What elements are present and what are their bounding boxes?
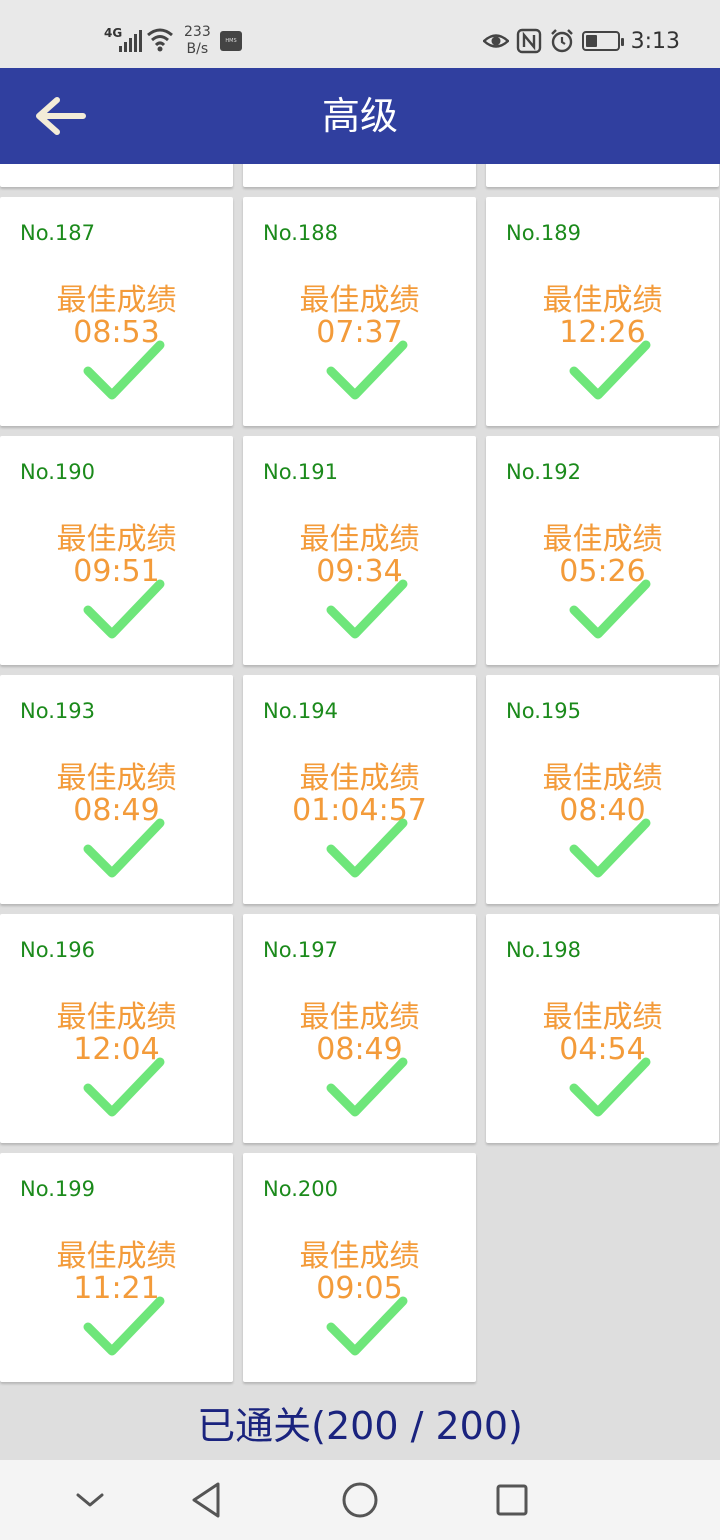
check-icon <box>326 818 408 878</box>
battery-icon <box>581 31 624 51</box>
arrow-left-icon <box>36 97 86 135</box>
level-number: No.197 <box>263 938 338 962</box>
best-score-label: 最佳成绩 <box>542 1000 663 1035</box>
best-score-label: 最佳成绩 <box>299 1239 420 1274</box>
level-grid: No.187 最佳成绩 08:53 No.188 最佳成绩 07:37 No.189 最佳成绩… <box>0 164 720 1396</box>
battery-level <box>585 35 598 47</box>
level-card[interactable]: No.200 最佳成绩 09:05 <box>243 1153 476 1382</box>
alarm-icon <box>550 29 573 53</box>
level-number: No.195 <box>506 699 581 723</box>
speed-unit: B/s <box>186 41 209 57</box>
check-icon <box>326 1057 408 1117</box>
level-number: No.191 <box>263 460 338 484</box>
level-number: No.198 <box>506 938 581 962</box>
check-icon <box>569 1057 651 1117</box>
level-card[interactable]: No.190 最佳成绩 09:51 <box>0 436 233 665</box>
level-number: No.189 <box>506 221 581 245</box>
check-icon <box>326 340 408 400</box>
best-score-label: 最佳成绩 <box>542 761 663 796</box>
status-right-group: 3:13 <box>482 26 680 56</box>
level-card[interactable]: No.196 最佳成绩 12:04 <box>0 914 233 1143</box>
best-score-label: 最佳成绩 <box>542 522 663 557</box>
wifi-icon <box>147 28 173 52</box>
level-card[interactable]: No.191 最佳成绩 09:34 <box>243 436 476 665</box>
level-number: No.188 <box>263 221 338 245</box>
back-button[interactable] <box>30 90 90 142</box>
back-triangle-icon <box>192 1482 220 1518</box>
completion-progress: 已通关(200 / 200) <box>0 1396 720 1460</box>
check-icon <box>569 818 651 878</box>
home-circle-icon <box>342 1482 378 1518</box>
check-icon <box>83 340 165 400</box>
nav-hide-keyboard-button[interactable] <box>70 1480 110 1520</box>
check-icon <box>326 579 408 639</box>
page-title: 高级 <box>321 94 398 138</box>
best-score-label: 最佳成绩 <box>56 1239 177 1274</box>
level-number: No.200 <box>263 1177 338 1201</box>
level-card[interactable]: No.192 最佳成绩 05:26 <box>486 436 719 665</box>
level-number: No.192 <box>506 460 581 484</box>
level-card[interactable]: No.189 最佳成绩 12:26 <box>486 197 719 426</box>
level-number: No.187 <box>20 221 95 245</box>
chevron-down-icon <box>76 1493 104 1507</box>
check-icon <box>569 579 651 639</box>
level-card-partial[interactable] <box>243 164 476 187</box>
check-icon <box>569 340 651 400</box>
level-card[interactable]: No.193 最佳成绩 08:49 <box>0 675 233 904</box>
level-card[interactable]: No.188 最佳成绩 07:37 <box>243 197 476 426</box>
level-cards: No.187 最佳成绩 08:53 No.188 最佳成绩 07:37 No.189 最佳成绩… <box>0 164 720 1382</box>
clock: 3:13 <box>630 28 680 54</box>
best-score-label: 最佳成绩 <box>56 1000 177 1035</box>
nav-home-button[interactable] <box>340 1480 380 1520</box>
app-bar: 高级 <box>0 68 720 164</box>
check-icon <box>83 579 165 639</box>
best-score-label: 最佳成绩 <box>56 522 177 557</box>
speed-value: 233 <box>184 24 211 40</box>
best-score-label: 最佳成绩 <box>299 761 420 796</box>
network-speed: 233 B/s <box>184 24 211 58</box>
level-card[interactable]: No.199 最佳成绩 11:21 <box>0 1153 233 1382</box>
best-score-label: 最佳成绩 <box>542 283 663 318</box>
best-score-label: 最佳成绩 <box>56 283 177 318</box>
level-number: No.196 <box>20 938 95 962</box>
best-score-label: 最佳成绩 <box>56 761 177 796</box>
hms-icon: HMS <box>220 31 242 51</box>
level-number: No.199 <box>20 1177 95 1201</box>
status-bar: 4G 233 B/s HMS 3:13 <box>0 0 720 68</box>
signal-icon <box>119 30 142 52</box>
check-icon <box>83 1296 165 1356</box>
check-icon <box>83 818 165 878</box>
level-card[interactable]: No.198 最佳成绩 04:54 <box>486 914 719 1143</box>
system-nav-bar <box>0 1460 720 1540</box>
check-icon <box>326 1296 408 1356</box>
level-card[interactable]: No.194 最佳成绩 01:04:57 <box>243 675 476 904</box>
level-card[interactable]: No.187 最佳成绩 08:53 <box>0 197 233 426</box>
nav-back-button[interactable] <box>186 1480 226 1520</box>
best-score-label: 最佳成绩 <box>299 1000 420 1035</box>
level-card-partial[interactable] <box>0 164 233 187</box>
nfc-icon <box>516 28 541 54</box>
level-card-partial[interactable] <box>486 164 719 187</box>
nav-recents-button[interactable] <box>492 1480 532 1520</box>
level-number: No.190 <box>20 460 95 484</box>
check-icon <box>83 1057 165 1117</box>
level-number: No.193 <box>20 699 95 723</box>
eye-icon <box>482 34 509 48</box>
best-score-label: 最佳成绩 <box>299 522 420 557</box>
level-card[interactable]: No.195 最佳成绩 08:40 <box>486 675 719 904</box>
level-card[interactable]: No.197 最佳成绩 08:49 <box>243 914 476 1143</box>
best-score-label: 最佳成绩 <box>299 283 420 318</box>
recents-square-icon <box>496 1484 528 1516</box>
level-number: No.194 <box>263 699 338 723</box>
